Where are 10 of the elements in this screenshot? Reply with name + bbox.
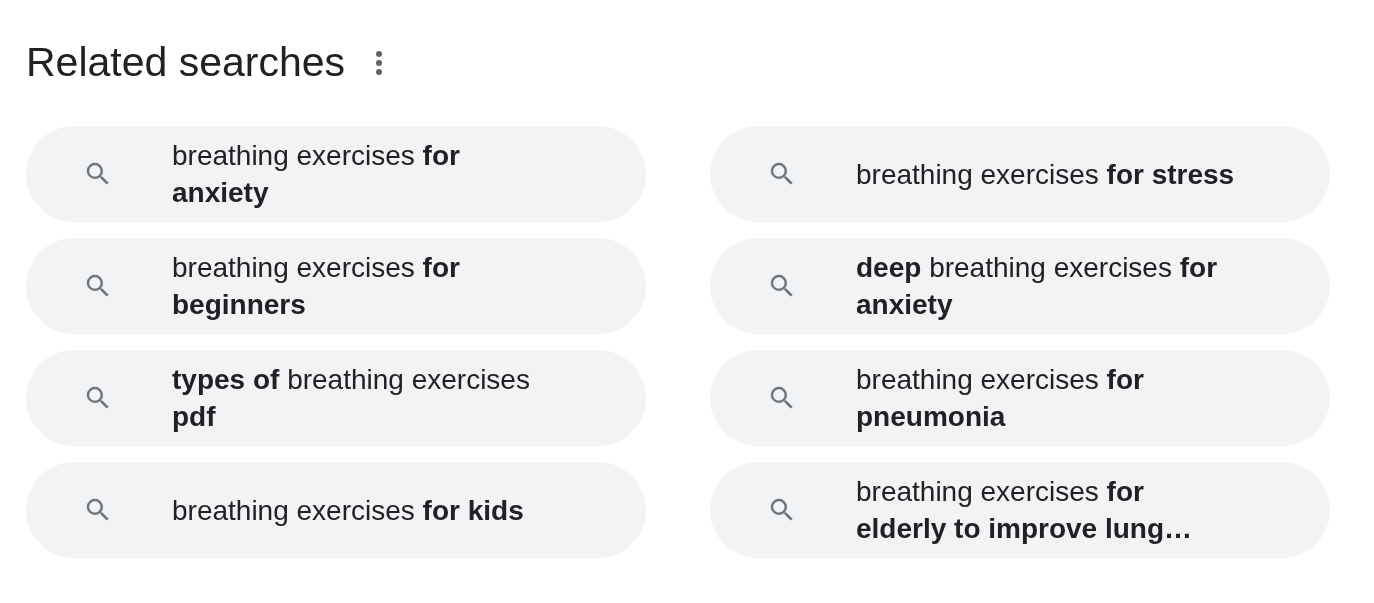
related-search-link[interactable]: types of breathing exercises pdf — [26, 350, 646, 446]
related-search-link[interactable]: breathing exercises for elderly to improve lung… — [710, 462, 1330, 558]
related-search-link[interactable]: breathing exercises for kids — [26, 462, 646, 558]
related-search-link[interactable]: deep breathing exercises for anxiety — [710, 238, 1330, 334]
section-title: Related searches — [26, 38, 346, 86]
related-search-link[interactable]: breathing exercises for beginners — [26, 238, 646, 334]
more-options-icon[interactable] — [375, 50, 384, 76]
related-search-link[interactable]: breathing exercises for anxiety — [26, 126, 646, 222]
related-search-link[interactable]: breathing exercises for stress — [710, 126, 1330, 222]
related-search-link[interactable]: breathing exercises for pneumonia — [710, 350, 1330, 446]
